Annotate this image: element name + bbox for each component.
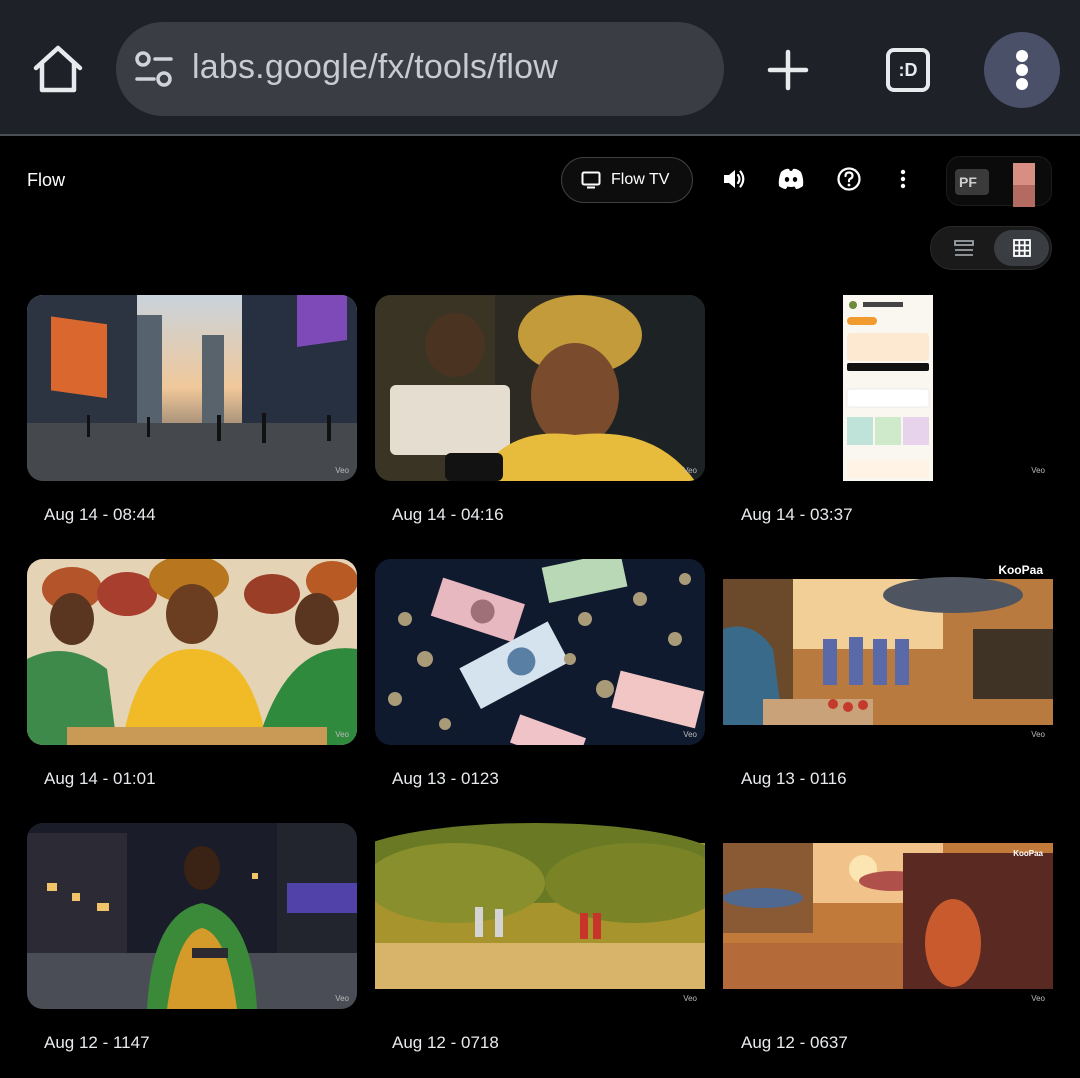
volume-icon[interactable] (721, 166, 747, 192)
veo-badge: Veo (1031, 730, 1045, 739)
video-card-market-sunset[interactable]: KooPaa Veo (723, 559, 1053, 745)
card-caption: Aug 13 - 0116 (741, 769, 847, 788)
video-card-city[interactable]: Veo (27, 295, 357, 481)
card-caption: Aug 14 - 08:44 (44, 505, 156, 524)
flow-tv-label: Flow TV (611, 171, 670, 188)
tab-switcher-button[interactable]: :D (886, 48, 930, 92)
thumbnail-falling-banknotes (375, 559, 705, 745)
veo-badge: Veo (335, 466, 349, 475)
video-card-women-money[interactable]: Veo (27, 559, 357, 745)
avatar-initials: PF (955, 169, 989, 195)
watermark-text: KooPaa (998, 563, 1043, 577)
app-title: Flow (27, 170, 66, 190)
grid-view-icon (1013, 239, 1031, 257)
thumbnail-market-sunset (723, 559, 1053, 745)
url-text[interactable]: labs.google/fx/tools/flow (192, 48, 558, 87)
view-mode-toggle (930, 226, 1052, 270)
home-icon[interactable] (30, 44, 86, 96)
thumbnail-app-screenshot (723, 295, 1053, 481)
watermark-text: KooPaa (1013, 849, 1043, 858)
veo-badge: Veo (683, 994, 697, 1003)
list-view-icon[interactable] (951, 239, 977, 259)
card-caption: Aug 14 - 03:37 (741, 505, 853, 524)
card-caption: Aug 12 - 0637 (741, 1033, 848, 1052)
thumbnail-elder-woman-phone (375, 295, 705, 481)
card-caption: Aug 12 - 1147 (44, 1033, 150, 1052)
avatar-image (1013, 163, 1035, 207)
help-icon[interactable] (836, 166, 862, 192)
thumbnail-market-street-sunset (723, 823, 1053, 1009)
thumbnail-village-trees (375, 823, 705, 1009)
tune-icon[interactable] (134, 51, 174, 87)
new-tab-plus-icon[interactable] (764, 46, 812, 94)
video-card-app-screenshot[interactable]: Veo (723, 295, 1053, 481)
video-card-banknotes[interactable]: Veo (375, 559, 705, 745)
flow-tv-button[interactable]: Flow TV (561, 157, 693, 203)
video-card-night-street[interactable]: Veo (27, 823, 357, 1009)
veo-badge: Veo (683, 466, 697, 475)
grid-view-button[interactable] (994, 230, 1049, 266)
card-caption: Aug 14 - 01:01 (44, 769, 156, 788)
account-avatar[interactable]: PF (946, 156, 1052, 207)
veo-badge: Veo (683, 730, 697, 739)
thumbnail-city-billboards (27, 295, 357, 481)
veo-badge: Veo (1031, 466, 1045, 475)
video-card-village[interactable]: Veo (375, 823, 705, 1009)
veo-badge: Veo (335, 994, 349, 1003)
veo-badge: Veo (335, 730, 349, 739)
tv-icon (581, 171, 601, 189)
card-caption: Aug 12 - 0718 (392, 1033, 499, 1052)
veo-badge: Veo (1031, 994, 1045, 1003)
video-card-market-street[interactable]: KooPaa Veo (723, 823, 1053, 1009)
address-bar[interactable]: labs.google/fx/tools/flow (116, 22, 724, 116)
card-caption: Aug 14 - 04:16 (392, 505, 504, 524)
thumbnail-man-tablet-night-street (27, 823, 357, 1009)
card-caption: Aug 13 - 0123 (392, 769, 499, 788)
video-card-woman-phone[interactable]: Veo (375, 295, 705, 481)
more-options-icon[interactable] (894, 166, 912, 192)
browser-toolbar: labs.google/fx/tools/flow :D (0, 0, 1080, 136)
discord-icon[interactable] (777, 166, 805, 192)
more-vertical-icon[interactable] (984, 32, 1060, 108)
thumbnail-women-counting-money (27, 559, 357, 745)
